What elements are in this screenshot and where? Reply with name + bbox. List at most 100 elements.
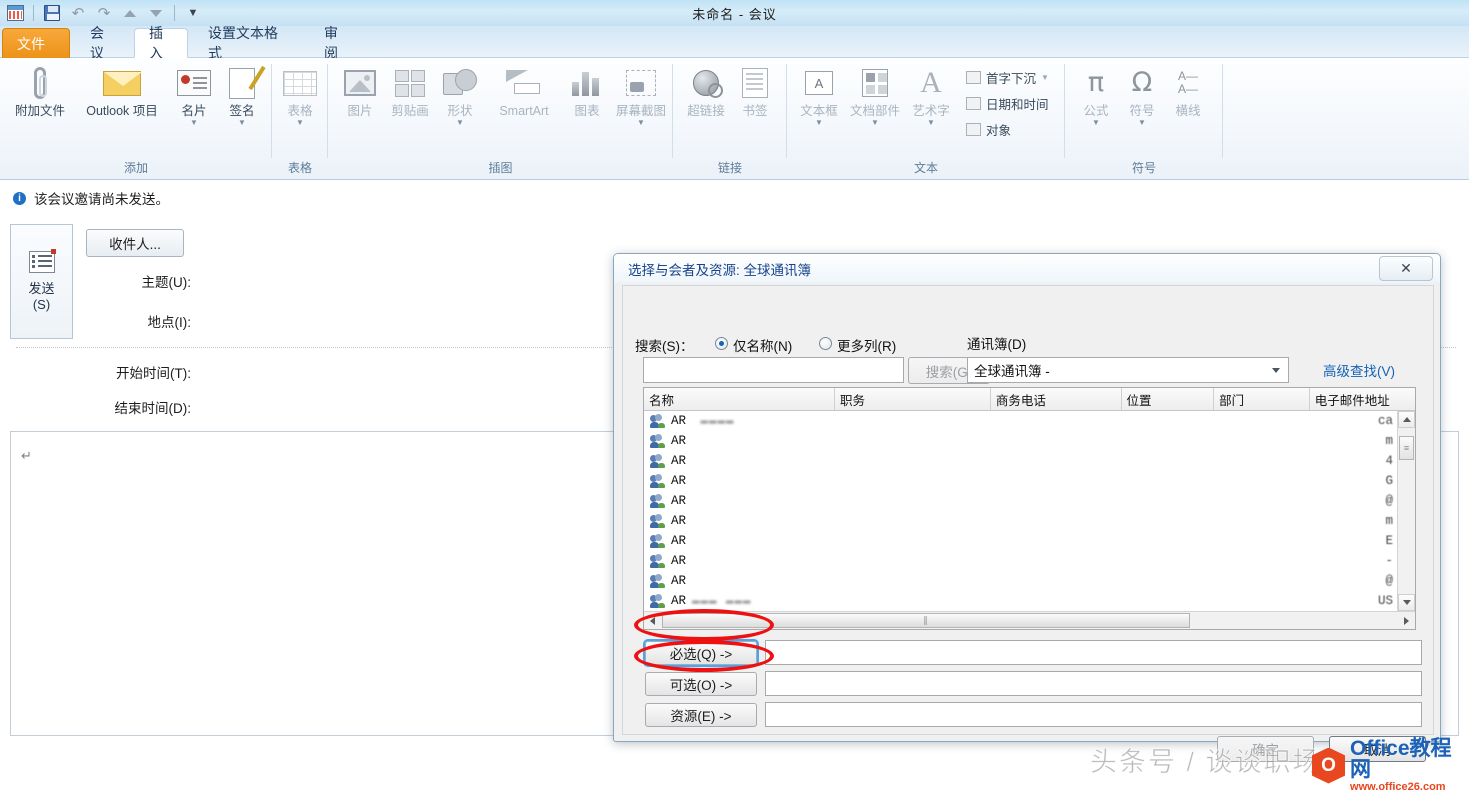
- radio-more-columns-label[interactable]: 更多列(R): [837, 335, 896, 355]
- ribbon-group-add: 附加文件 Outlook 项目 名片 ▼ 签名 ▼ 添加: [0, 58, 272, 180]
- list-item[interactable]: AR ▬▬▬▬ ca: [644, 411, 1397, 431]
- tab-file[interactable]: 文件: [2, 28, 70, 58]
- chevron-down-icon[interactable]: ▼: [1138, 119, 1146, 127]
- radio-name-only-label[interactable]: 仅名称(N): [733, 335, 792, 355]
- chevron-down-icon[interactable]: ▼: [927, 119, 935, 127]
- chevron-down-icon[interactable]: [1265, 359, 1287, 381]
- list-rows-container[interactable]: AR ▬▬▬▬ ca AR m AR 4 AR G AR @ AR m AR E…: [644, 411, 1397, 611]
- column-header-email[interactable]: 电子邮件地址: [1310, 388, 1415, 410]
- tab-meeting[interactable]: 会议: [76, 25, 128, 61]
- ribbon-button-chart[interactable]: 图表: [564, 62, 610, 120]
- wordart-icon: A: [920, 66, 942, 99]
- column-header-department[interactable]: 部门: [1214, 388, 1310, 410]
- tab-review[interactable]: 审阅: [310, 25, 362, 61]
- ribbon-button-drop-cap[interactable]: 首字下沉 ▼: [963, 64, 1052, 90]
- chevron-down-icon[interactable]: ▼: [456, 119, 464, 127]
- ribbon-button-hyperlink[interactable]: 超链接: [679, 62, 733, 120]
- date-time-icon: [966, 96, 981, 110]
- chevron-down-icon[interactable]: ▼: [815, 119, 823, 127]
- optional-attendees-input[interactable]: [765, 671, 1422, 696]
- resources-input[interactable]: [765, 702, 1422, 727]
- watermark-brand-url: www.office26.com: [1350, 781, 1446, 793]
- address-book-combo[interactable]: 全球通讯簿 -: [967, 357, 1289, 383]
- ribbon-button-object[interactable]: 对象: [963, 116, 1052, 142]
- list-item-email-fragment: 4: [1385, 454, 1393, 468]
- chevron-down-icon[interactable]: ▼: [296, 119, 304, 127]
- ribbon-button-horizontal-line[interactable]: A— A— 横线: [1165, 62, 1211, 120]
- ribbon-button-bookmark[interactable]: 书签: [733, 62, 777, 120]
- ribbon-button-clipart[interactable]: 剪贴画: [384, 62, 436, 120]
- scroll-left-icon[interactable]: [644, 612, 661, 629]
- chevron-down-icon[interactable]: ▼: [1041, 73, 1049, 82]
- chevron-down-icon[interactable]: ▼: [238, 119, 246, 127]
- contact-group-icon: [650, 494, 665, 508]
- symbol-icon: Ω: [1131, 67, 1153, 98]
- list-item[interactable]: AR @: [644, 571, 1397, 591]
- address-book-label: 通讯簿(D): [967, 337, 1027, 352]
- ribbon-button-symbol[interactable]: Ω 符号 ▼: [1119, 62, 1165, 129]
- tab-insert[interactable]: 插入: [134, 25, 188, 61]
- ribbon-button-business-card[interactable]: 名片 ▼: [170, 62, 218, 129]
- vertical-scroll-thumb[interactable]: ≡: [1399, 436, 1414, 460]
- column-header-location[interactable]: 位置: [1122, 388, 1215, 410]
- chevron-down-icon[interactable]: ▼: [190, 119, 198, 127]
- list-item[interactable]: AR @: [644, 491, 1397, 511]
- advanced-find-link[interactable]: 高级查找(V): [1323, 360, 1395, 380]
- column-header-title[interactable]: 职务: [835, 388, 991, 410]
- ribbon-button-screenshot[interactable]: 屏幕截图 ▼: [610, 62, 672, 129]
- search-label: 搜索(S)：: [635, 339, 694, 354]
- list-item[interactable]: AR -: [644, 551, 1397, 571]
- ribbon-button-shapes[interactable]: 形状 ▼: [436, 62, 484, 129]
- ribbon-button-document-parts[interactable]: 文档部件 ▼: [845, 62, 905, 129]
- horizontal-line-icon: A— A—: [1177, 69, 1198, 96]
- ribbon-button-attach-file[interactable]: 附加文件: [6, 62, 74, 120]
- list-item-email-fragment: ca: [1377, 414, 1393, 428]
- attendees-list[interactable]: 名称 职务 商务电话 位置 部门 电子邮件地址 AR ▬▬▬▬ ca AR m: [643, 387, 1416, 630]
- required-attendees-input[interactable]: [765, 640, 1422, 665]
- list-item[interactable]: AR ▬▬▬ ▬▬▬ US: [644, 591, 1397, 611]
- column-header-business-phone[interactable]: 商务电话: [991, 388, 1122, 410]
- watermark-brand-name: Office教程网: [1350, 737, 1452, 781]
- ribbon-button-smartart[interactable]: SmartArt: [484, 62, 564, 120]
- ribbon-button-outlook-item[interactable]: Outlook 项目: [74, 62, 170, 120]
- column-header-name[interactable]: 名称: [644, 388, 835, 410]
- list-item[interactable]: AR G: [644, 471, 1397, 491]
- chevron-down-icon[interactable]: ▼: [1092, 119, 1100, 127]
- resources-button[interactable]: 资源(E) ->: [645, 703, 757, 727]
- required-attendees-button[interactable]: 必选(Q) ->: [645, 641, 757, 665]
- chevron-down-icon[interactable]: ▼: [637, 119, 645, 127]
- list-vertical-scrollbar[interactable]: ≡: [1397, 411, 1415, 611]
- ribbon-button-picture[interactable]: 图片: [336, 62, 384, 120]
- chevron-down-icon[interactable]: ▼: [871, 119, 879, 127]
- info-icon: i: [13, 191, 26, 205]
- tab-format-text[interactable]: 设置文本格式: [194, 25, 304, 61]
- search-input[interactable]: [643, 357, 904, 383]
- watermark-brand: O Office教程网 www.office26.com: [1312, 738, 1469, 793]
- list-item[interactable]: AR E: [644, 531, 1397, 551]
- scroll-down-icon[interactable]: [1398, 594, 1415, 611]
- window-title: 未命名 - 会议: [692, 6, 777, 22]
- ribbon-button-signature[interactable]: 签名 ▼: [218, 62, 266, 129]
- ribbon-button-wordart[interactable]: A 艺术字 ▼: [905, 62, 957, 129]
- to-recipients-button[interactable]: 收件人...: [86, 229, 184, 257]
- ribbon-button-date-time[interactable]: 日期和时间: [963, 90, 1052, 116]
- list-horizontal-scrollbar[interactable]: ∥: [644, 611, 1415, 629]
- horizontal-scroll-thumb[interactable]: ∥: [662, 613, 1190, 628]
- list-item-email-fragment: G: [1385, 474, 1393, 488]
- radio-name-only[interactable]: [715, 337, 728, 350]
- list-item[interactable]: AR m: [644, 431, 1397, 451]
- radio-more-columns[interactable]: [819, 337, 832, 350]
- scroll-right-icon[interactable]: [1398, 612, 1415, 629]
- info-message: 该会议邀请尚未发送。: [34, 192, 169, 207]
- ribbon-button-textbox[interactable]: A 文本框 ▼: [793, 62, 845, 129]
- list-item[interactable]: AR m: [644, 511, 1397, 531]
- ribbon-group-label-add: 添加: [123, 161, 148, 175]
- scroll-up-icon[interactable]: [1398, 411, 1415, 428]
- ribbon-group-label-illustrations: 插图: [488, 161, 513, 175]
- optional-attendees-button[interactable]: 可选(O) ->: [645, 672, 757, 696]
- close-icon[interactable]: ✕: [1379, 256, 1433, 281]
- ribbon-button-equation[interactable]: π 公式 ▼: [1073, 62, 1119, 129]
- list-item[interactable]: AR 4: [644, 451, 1397, 471]
- list-item-name: AR: [671, 474, 687, 488]
- ribbon-button-table[interactable]: 表格 ▼: [276, 62, 324, 129]
